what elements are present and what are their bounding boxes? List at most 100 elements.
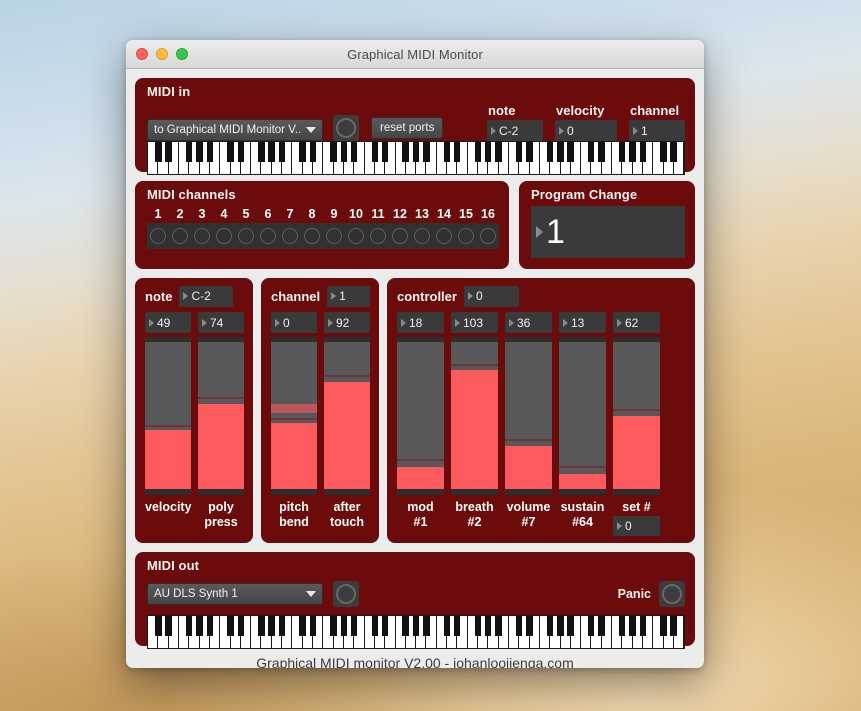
set-number-readout[interactable]: 0: [613, 516, 660, 536]
piano-white-key[interactable]: [508, 142, 520, 174]
midi-in-keyboard[interactable]: [147, 141, 685, 175]
piano-white-key[interactable]: [199, 142, 210, 174]
piano-white-key[interactable]: [220, 616, 231, 648]
piano-white-key[interactable]: [168, 616, 179, 648]
piano-white-key[interactable]: [622, 142, 633, 174]
meter-mod-value[interactable]: 18: [397, 312, 444, 333]
piano-white-key[interactable]: [601, 142, 613, 174]
midi-in-port-select[interactable]: to Graphical MIDI Monitor V...: [147, 119, 323, 141]
piano-white-key[interactable]: [374, 142, 386, 174]
piano-white-key[interactable]: [436, 616, 448, 648]
piano-white-key[interactable]: [601, 616, 613, 648]
piano-white-key[interactable]: [302, 616, 313, 648]
meter-pitch-bend-value[interactable]: 0: [271, 312, 317, 333]
piano-white-key[interactable]: [199, 616, 210, 648]
piano-white-key[interactable]: [673, 142, 684, 174]
meter-velocity-bar[interactable]: [145, 337, 191, 495]
piano-white-key[interactable]: [519, 142, 530, 174]
piano-white-key[interactable]: [261, 142, 272, 174]
piano-white-key[interactable]: [488, 142, 499, 174]
piano-white-key[interactable]: [478, 616, 489, 648]
piano-white-key[interactable]: [395, 616, 406, 648]
piano-white-key[interactable]: [550, 142, 561, 174]
meter-volume-bar[interactable]: [505, 337, 552, 495]
piano-white-key[interactable]: [529, 616, 540, 648]
piano-white-key[interactable]: [478, 142, 489, 174]
piano-white-key[interactable]: [230, 142, 241, 174]
piano-white-key[interactable]: [529, 142, 540, 174]
piano-white-key[interactable]: [591, 142, 602, 174]
piano-white-key[interactable]: [591, 616, 602, 648]
piano-white-key[interactable]: [343, 142, 355, 174]
piano-white-key[interactable]: [282, 142, 293, 174]
piano-white-key[interactable]: [385, 142, 396, 174]
piano-white-key[interactable]: [354, 142, 365, 174]
meter-set-number-bar[interactable]: [613, 337, 660, 495]
piano-white-key[interactable]: [560, 616, 571, 648]
piano-white-key[interactable]: [612, 616, 623, 648]
piano-white-key[interactable]: [395, 142, 406, 174]
meter-velocity-value[interactable]: 49: [145, 312, 191, 333]
meter-after-touch-value[interactable]: 92: [324, 312, 370, 333]
piano-white-key[interactable]: [560, 142, 571, 174]
piano-white-key[interactable]: [436, 142, 448, 174]
piano-white-key[interactable]: [333, 142, 344, 174]
piano-white-key[interactable]: [447, 616, 458, 648]
meter-mod-bar[interactable]: [397, 337, 444, 495]
piano-white-key[interactable]: [581, 142, 592, 174]
piano-white-key[interactable]: [364, 616, 375, 648]
piano-white-key[interactable]: [447, 142, 458, 174]
piano-white-key[interactable]: [261, 616, 272, 648]
piano-white-key[interactable]: [230, 616, 241, 648]
piano-white-key[interactable]: [323, 142, 334, 174]
meter-poly-press-value[interactable]: 74: [198, 312, 244, 333]
piano-white-key[interactable]: [653, 616, 664, 648]
piano-white-key[interactable]: [405, 616, 417, 648]
piano-white-key[interactable]: [364, 142, 375, 174]
piano-white-key[interactable]: [302, 142, 313, 174]
piano-white-key[interactable]: [426, 616, 437, 648]
piano-white-key[interactable]: [240, 616, 252, 648]
piano-white-key[interactable]: [292, 616, 303, 648]
meter-sustain-bar[interactable]: [559, 337, 606, 495]
piano-white-key[interactable]: [405, 142, 417, 174]
piano-white-key[interactable]: [673, 616, 684, 648]
midi-in-velocity-readout[interactable]: 0: [555, 120, 617, 141]
piano-white-key[interactable]: [570, 616, 582, 648]
note-panel-readout[interactable]: C-2: [179, 285, 234, 307]
meter-pitch-bend-bar[interactable]: [271, 337, 317, 495]
midi-out-keyboard[interactable]: [147, 615, 685, 649]
piano-white-key[interactable]: [158, 142, 169, 174]
panic-button[interactable]: [659, 581, 685, 607]
piano-white-key[interactable]: [519, 616, 530, 648]
midi-in-channel-readout[interactable]: 1: [629, 120, 685, 141]
piano-white-key[interactable]: [282, 616, 293, 648]
piano-white-key[interactable]: [354, 616, 365, 648]
piano-white-key[interactable]: [189, 142, 200, 174]
piano-white-key[interactable]: [189, 616, 200, 648]
piano-white-key[interactable]: [148, 616, 159, 648]
piano-white-key[interactable]: [209, 616, 221, 648]
piano-white-key[interactable]: [313, 616, 324, 648]
piano-white-key[interactable]: [498, 142, 509, 174]
channel-panel-readout[interactable]: 1: [327, 285, 370, 307]
piano-white-key[interactable]: [220, 142, 231, 174]
piano-white-key[interactable]: [570, 142, 582, 174]
piano-white-key[interactable]: [539, 616, 551, 648]
piano-white-key[interactable]: [158, 616, 169, 648]
piano-white-key[interactable]: [148, 142, 159, 174]
piano-white-key[interactable]: [178, 616, 190, 648]
meter-poly-press-bar[interactable]: [198, 337, 244, 495]
piano-white-key[interactable]: [467, 142, 478, 174]
meter-after-touch-bar[interactable]: [324, 337, 370, 495]
midi-out-port-select[interactable]: AU DLS Synth 1: [147, 583, 323, 605]
piano-white-key[interactable]: [550, 616, 561, 648]
meter-sustain-value[interactable]: 13: [559, 312, 606, 333]
piano-white-key[interactable]: [313, 142, 324, 174]
piano-white-key[interactable]: [663, 616, 674, 648]
reset-ports-button[interactable]: reset ports: [371, 117, 444, 139]
piano-white-key[interactable]: [508, 616, 520, 648]
piano-white-key[interactable]: [643, 142, 654, 174]
piano-white-key[interactable]: [488, 616, 499, 648]
piano-white-key[interactable]: [374, 616, 386, 648]
